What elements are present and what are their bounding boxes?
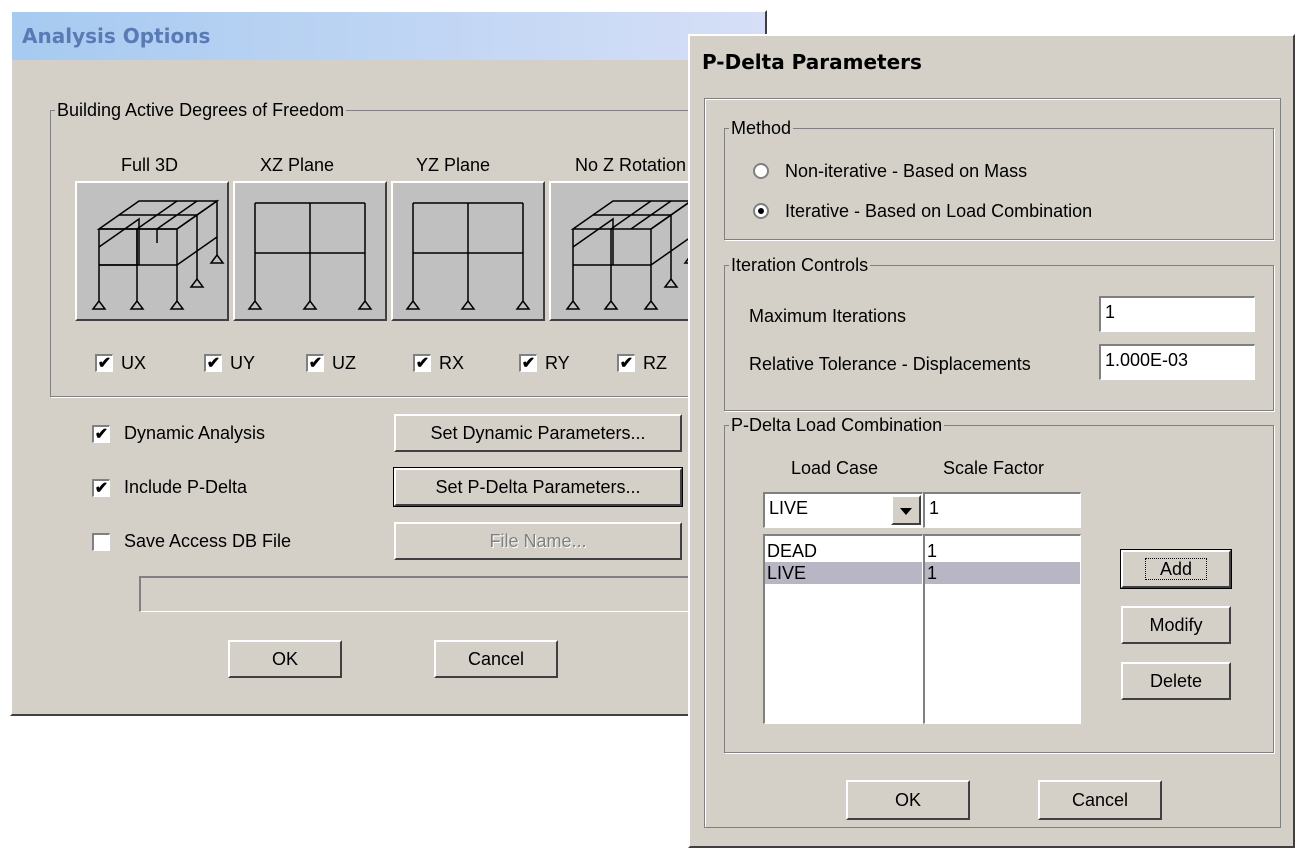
ux-label: UX <box>121 353 147 373</box>
include-pdelta-checkbox[interactable]: ✔ <box>92 479 110 497</box>
analysis-options-title: Analysis Options <box>22 24 211 48</box>
ry-checkbox[interactable]: ✔ <box>519 354 537 372</box>
rz-label: RZ <box>643 353 667 373</box>
include-pdelta-label: Include P-Delta <box>124 477 248 497</box>
load-case-list[interactable]: DEAD LIVE <box>763 534 923 724</box>
save-access-db-label: Save Access DB File <box>124 531 292 551</box>
rx-checkbox[interactable]: ✔ <box>413 354 431 372</box>
set-pdelta-parameters-label: Set P-Delta Parameters... <box>435 477 641 497</box>
frame-yz-icon <box>405 202 531 310</box>
iterative-label: Iterative - Based on Load Combination <box>785 201 1093 221</box>
load-case-select[interactable]: LIVE <box>763 492 923 528</box>
uy-checkbox[interactable]: ✔ <box>204 354 222 372</box>
load-case-select-value: LIVE <box>769 498 809 518</box>
dof-preset-label-full3d: Full 3D <box>121 155 179 175</box>
scale-factor-list[interactable]: 1 1 <box>923 534 1081 724</box>
add-label: Add <box>1144 558 1208 580</box>
dof-group-label: Building Active Degrees of Freedom <box>55 98 347 122</box>
modify-label: Modify <box>1149 615 1203 635</box>
dof-preset-label-noz: No Z Rotation <box>575 155 687 175</box>
max-iterations-label: Maximum Iterations <box>749 306 907 326</box>
save-access-db-checkbox[interactable] <box>92 533 110 551</box>
dof-preset-label-yz: YZ Plane <box>416 155 491 175</box>
rx-label: RX <box>439 353 465 373</box>
full-3d-button[interactable] <box>75 181 229 321</box>
ux-checkbox[interactable]: ✔ <box>95 354 113 372</box>
analysis-ok-label: OK <box>271 649 298 669</box>
frame-xz-icon <box>247 202 373 310</box>
no-z-rotation-button[interactable] <box>549 181 699 321</box>
list-item-case: DEAD <box>767 541 818 561</box>
analysis-options-titlebar[interactable]: Analysis Options <box>12 12 765 60</box>
analysis-options-dialog: Analysis Options Building Active Degrees… <box>10 10 769 716</box>
chevron-down-icon <box>900 508 912 516</box>
list-item-factor: 1 <box>927 541 938 561</box>
set-pdelta-parameters-button[interactable]: Set P-Delta Parameters... <box>393 467 683 507</box>
set-dynamic-parameters-button[interactable]: Set Dynamic Parameters... <box>394 414 682 452</box>
rz-checkbox[interactable]: ✔ <box>617 354 635 372</box>
yz-plane-button[interactable] <box>391 181 545 321</box>
pdelta-ok-label: OK <box>894 790 921 810</box>
load-combination-label: P-Delta Load Combination <box>729 413 945 437</box>
max-iterations-input[interactable]: 1 <box>1099 296 1255 332</box>
scale-factor-header: Scale Factor <box>943 458 1045 478</box>
dynamic-analysis-checkbox[interactable]: ✔ <box>92 425 110 443</box>
file-name-label: File Name... <box>489 531 587 551</box>
delete-label: Delete <box>1149 671 1203 691</box>
list-item-factor: 1 <box>927 563 938 583</box>
ry-label: RY <box>545 353 570 373</box>
analysis-cancel-button[interactable]: Cancel <box>434 640 558 678</box>
uy-label: UY <box>230 353 256 373</box>
set-dynamic-parameters-label: Set Dynamic Parameters... <box>430 423 646 443</box>
iteration-controls-label: Iteration Controls <box>729 253 871 277</box>
scale-factor-input[interactable]: 1 <box>923 492 1081 528</box>
iteration-controls-group: Iteration Controls Maximum Iterations 1 … <box>724 253 1274 411</box>
pdelta-cancel-label: Cancel <box>1071 790 1129 810</box>
iterative-radio[interactable] <box>753 203 769 219</box>
list-item-case: LIVE <box>767 563 807 583</box>
load-case-dropdown-button[interactable] <box>891 495 921 525</box>
non-iterative-radio[interactable] <box>753 163 769 179</box>
load-combination-group: P-Delta Load Combination Load Case Scale… <box>724 413 1274 753</box>
add-button[interactable]: Add <box>1120 549 1232 589</box>
method-group: Method Non-iterative - Based on Mass Ite… <box>724 116 1274 240</box>
analysis-ok-button[interactable]: OK <box>228 640 342 678</box>
frame-no-z-rotation-icon <box>565 199 699 310</box>
pdelta-title: P-Delta Parameters <box>702 50 922 74</box>
frame-3d-icon <box>91 199 225 310</box>
analysis-cancel-label: Cancel <box>467 649 525 669</box>
pdelta-titlebar[interactable]: P-Delta Parameters <box>690 36 1293 88</box>
relative-tolerance-label: Relative Tolerance - Displacements <box>749 354 1031 374</box>
list-item[interactable]: 1 <box>925 540 1080 562</box>
list-item[interactable]: 1 <box>925 562 1080 584</box>
relative-tolerance-input[interactable]: 1.000E-03 <box>1099 344 1255 380</box>
pdelta-ok-button[interactable]: OK <box>846 780 970 820</box>
non-iterative-label: Non-iterative - Based on Mass <box>785 161 1028 181</box>
delete-button[interactable]: Delete <box>1121 662 1231 700</box>
dynamic-analysis-label: Dynamic Analysis <box>124 423 266 443</box>
list-item[interactable]: DEAD <box>765 540 922 562</box>
file-path-field[interactable] <box>139 576 769 612</box>
modify-button[interactable]: Modify <box>1121 606 1231 644</box>
dof-group: Building Active Degrees of Freedom Full … <box>50 98 750 397</box>
method-group-label: Method <box>729 116 794 140</box>
uz-checkbox[interactable]: ✔ <box>306 354 324 372</box>
xz-plane-button[interactable] <box>233 181 387 321</box>
pdelta-parameters-dialog: P-Delta Parameters Method Non-iterative … <box>688 34 1295 848</box>
list-item[interactable]: LIVE <box>765 562 922 584</box>
uz-label: UZ <box>332 353 356 373</box>
dof-preset-label-xz: XZ Plane <box>260 155 335 175</box>
load-case-header: Load Case <box>791 458 879 478</box>
file-name-button[interactable]: File Name... <box>394 522 682 560</box>
pdelta-cancel-button[interactable]: Cancel <box>1038 780 1162 820</box>
